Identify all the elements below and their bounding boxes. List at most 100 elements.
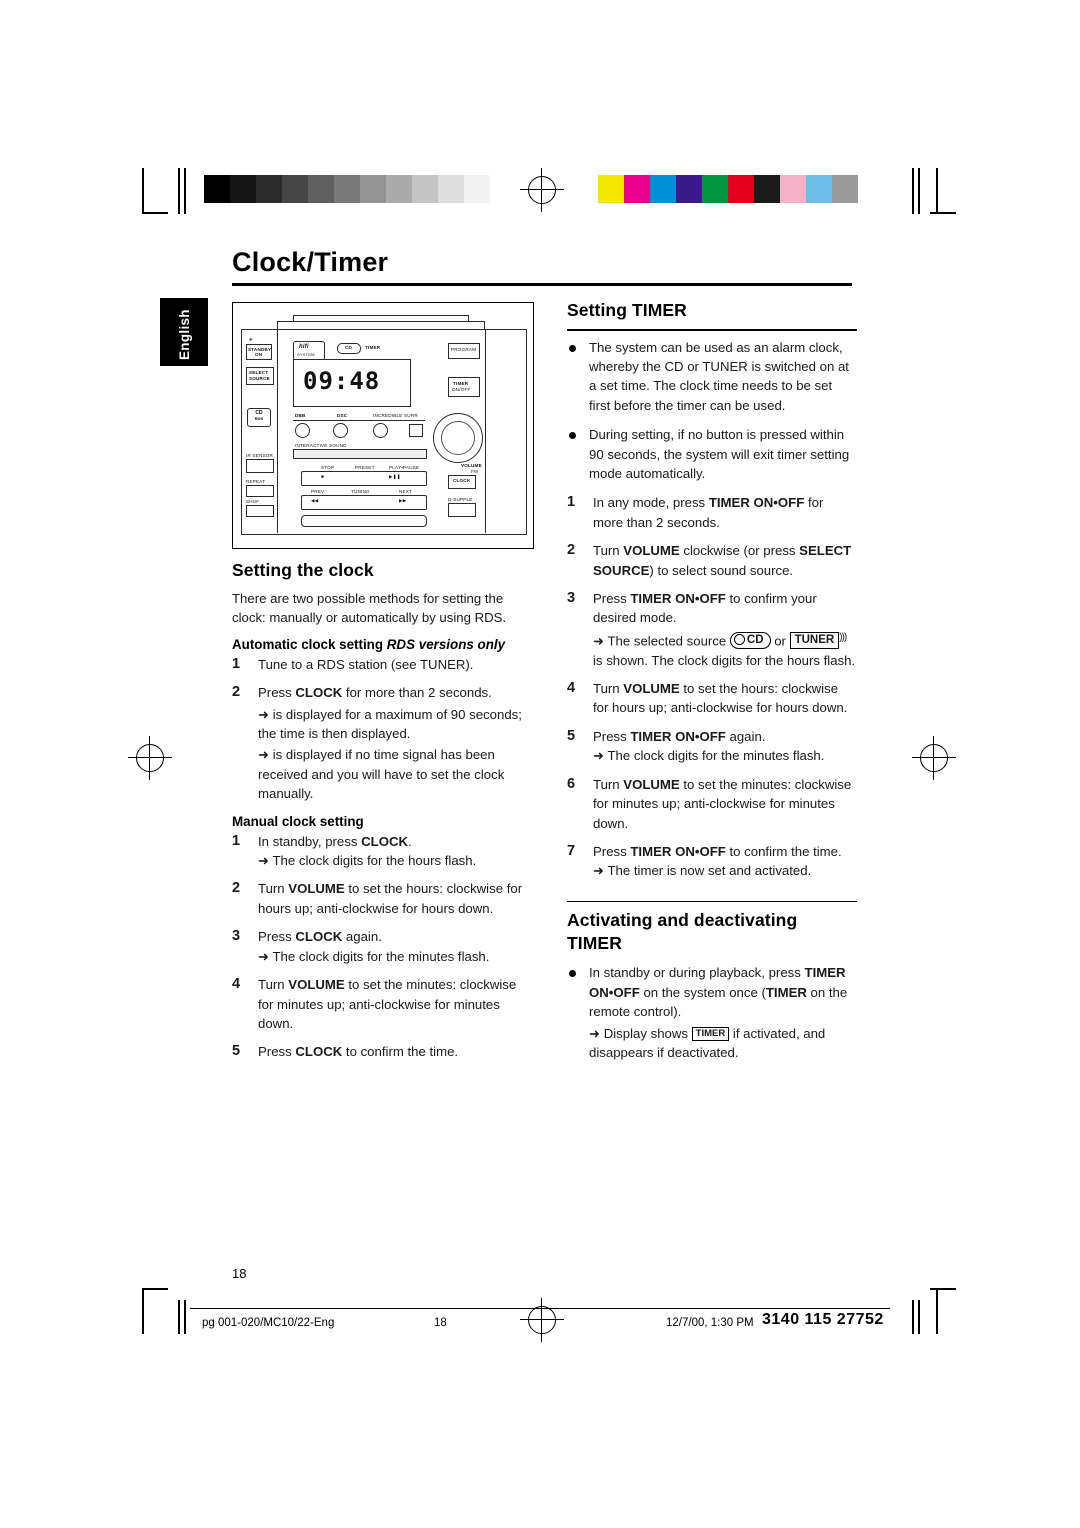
color-swatch: [650, 175, 676, 203]
activating-text: In standby or during playback, press TIM…: [589, 965, 848, 1020]
gray-swatch: [412, 175, 438, 203]
step-number: 3: [567, 590, 576, 607]
color-swatch: [728, 175, 754, 203]
gray-swatch: [334, 175, 360, 203]
subheading-automatic-clock: Automatic clock setting RDS versions onl…: [232, 637, 532, 652]
step-number: 2: [232, 684, 241, 701]
list-item: 1 In standby, press CLOCK. ➜ The clock d…: [232, 832, 532, 871]
interactive-sound-label: INTERACTIVE SOUND: [295, 443, 347, 448]
footer-divider: [190, 1308, 890, 1310]
shuffle-button[interactable]: [246, 505, 274, 517]
manual-clock-steps: 1 In standby, press CLOCK. ➜ The clock d…: [232, 832, 532, 1062]
step-sub-line: ➜ The timer is now set and activated.: [593, 863, 812, 879]
color-swatch: [754, 175, 780, 203]
transport-row-1[interactable]: [301, 471, 427, 486]
brand-sub-label: SYSTEM: [297, 352, 315, 357]
step-text: Turn VOLUME clockwise (or press SELECT S…: [593, 543, 852, 578]
volume-knob-inner[interactable]: [441, 421, 475, 455]
cd-badge-label: CD: [345, 345, 353, 350]
list-item: 2 Turn VOLUME to set the hours: clockwis…: [232, 879, 532, 918]
step-text: In any mode, press TIMER ON•OFF for more…: [593, 495, 824, 530]
list-item: 6 Turn VOLUME to set the minutes: clockw…: [567, 775, 857, 833]
crop-mark: [936, 168, 938, 214]
transport-row-2[interactable]: [301, 495, 427, 510]
timer-notes: The system can be used as an alarm clock…: [567, 338, 857, 484]
step-sub-line: ➜ The clock digits for the hours flash.: [258, 853, 477, 869]
list-item: 7 Press TIMER ON•OFF to confirm the time…: [567, 842, 857, 881]
color-swatch: [780, 175, 806, 203]
gray-swatch: [360, 175, 386, 203]
step-number: 2: [567, 542, 576, 559]
gray-swatch: [282, 175, 308, 203]
registration-mark: [520, 168, 564, 212]
prev-icon: ◀◀: [311, 498, 319, 503]
step-number: 1: [567, 494, 576, 511]
step-number: 5: [232, 1043, 241, 1060]
step-text: Turn VOLUME to set the minutes: clockwis…: [593, 776, 852, 831]
repeat-button[interactable]: [246, 485, 274, 497]
section-heading-activating-timer: Activating and deactivating TIMER: [567, 909, 857, 955]
activating-sub-line: ➜ Display shows TIMER if activated, and …: [589, 1024, 857, 1063]
activating-sub-prefix: ➜ Display shows: [589, 1025, 692, 1041]
disc-tray[interactable]: [301, 515, 427, 527]
stop-label: STOP: [321, 465, 335, 470]
title-divider: [232, 283, 852, 286]
crop-mark: [912, 1300, 914, 1334]
step-sub-line-2: is shown. The clock digits for the hours…: [593, 652, 856, 668]
play-pause-label: PLAY•PAUSE: [389, 465, 420, 470]
registration-mark: [520, 1298, 564, 1342]
subheading-manual-clock: Manual clock setting: [232, 813, 364, 829]
ir-sensor-window: [246, 459, 274, 473]
color-swatch: [832, 175, 858, 203]
manual-page: Clock/Timer English ⎈ STANDBY ON SELECT …: [0, 0, 1080, 1528]
auto-heading-italic: RDS versions only: [386, 636, 506, 652]
source-label: SOURCE: [249, 376, 270, 381]
dbb-label: DBB: [295, 413, 306, 418]
color-bar: [598, 175, 858, 203]
step-text: Turn VOLUME to set the hours: clockwise …: [593, 681, 848, 716]
crop-mark: [142, 212, 168, 214]
dbb-knob[interactable]: [295, 423, 310, 438]
crop-mark: [142, 168, 144, 214]
device-panel-divider: [485, 329, 487, 533]
list-item: In standby or during playback, press TIM…: [567, 963, 857, 1062]
color-swatch: [702, 175, 728, 203]
step-text: Press CLOCK for more than 2 seconds.: [258, 685, 492, 701]
timer-steps: 1 In any mode, press TIMER ON•OFF for mo…: [567, 493, 857, 880]
gray-swatch: [204, 175, 230, 203]
step-number: 7: [567, 842, 576, 859]
surround-knob[interactable]: [373, 423, 388, 438]
cd-logo-sub: RDS: [254, 416, 264, 421]
sub-prefix: ➜ The selected source: [593, 633, 730, 649]
control-row-line: [293, 420, 425, 421]
crop-mark: [142, 1288, 168, 1290]
brand-plate: [293, 341, 325, 361]
brand-label: hifi: [299, 344, 309, 350]
gray-swatch: [256, 175, 282, 203]
step-text: Press CLOCK to confirm the time.: [258, 1044, 459, 1060]
cd-badge-text: CD: [746, 634, 764, 647]
incredible-surround-label: INCREDIBLE SURR: [373, 413, 418, 418]
gray-swatch: [386, 175, 412, 203]
crop-mark: [142, 1288, 144, 1334]
color-swatch: [676, 175, 702, 203]
step-sub-line: ➜ The clock digits for the minutes flash…: [593, 748, 825, 764]
step-text: Press CLOCK again.: [258, 929, 382, 945]
supple-button[interactable]: [448, 503, 476, 517]
step-sub-line: ➜ The selected source CD or TUNER))): [593, 628, 857, 651]
device-lid-line: [277, 321, 485, 323]
aux-small-button[interactable]: [409, 424, 423, 437]
clock-button-label: CLOCK: [453, 478, 471, 483]
step-number: 2: [232, 880, 241, 897]
list-item: 1 In any mode, press TIMER ON•OFF for mo…: [567, 493, 857, 532]
fm-label: FM: [471, 469, 479, 474]
sub-mid: or: [770, 633, 790, 649]
dsc-knob[interactable]: [333, 423, 348, 438]
ir-sensor-label: IR SENSOR: [246, 453, 274, 458]
list-item: 3 Press CLOCK again. ➜ The clock digits …: [232, 927, 532, 966]
timer-lcd-label: TIMER: [365, 345, 381, 350]
activating-heading-line1: Activating and deactivating: [567, 910, 798, 931]
repeat-label: REPEAT: [246, 479, 266, 484]
list-item: The system can be used as an alarm clock…: [567, 338, 857, 416]
language-tab: English: [160, 298, 208, 366]
